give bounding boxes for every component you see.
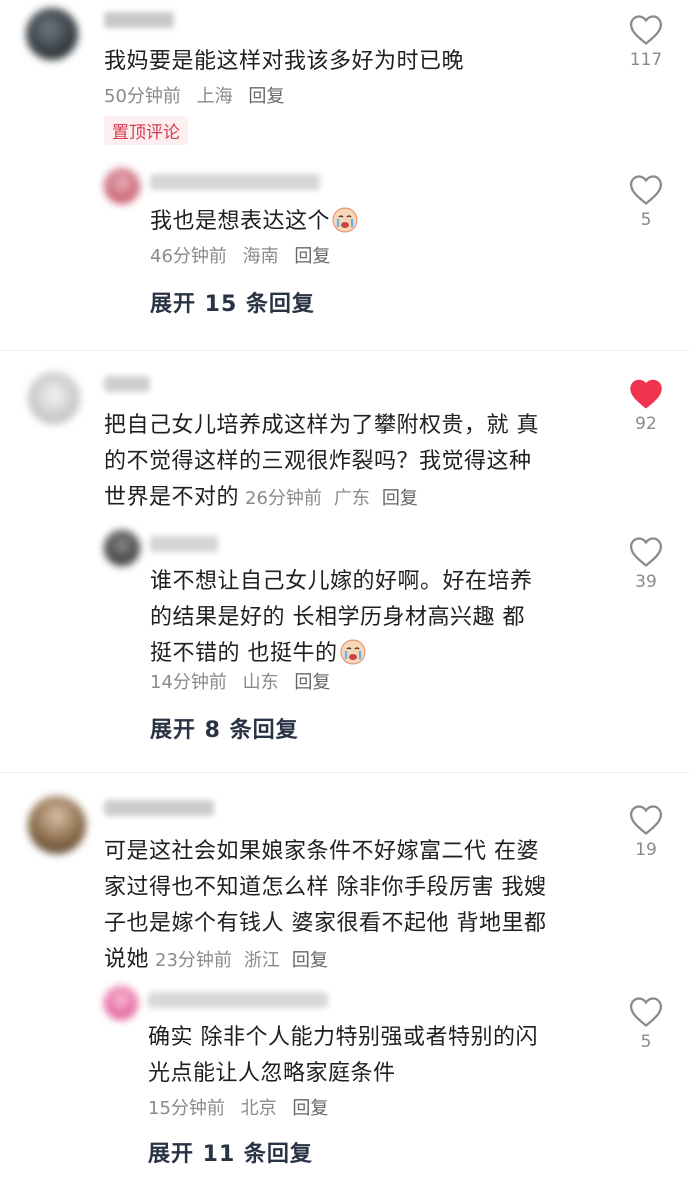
username[interactable] bbox=[104, 376, 150, 392]
comment-text-line: 家过得也不知道怎么样 除非你手段厉害 我嫂 bbox=[104, 875, 547, 900]
username[interactable] bbox=[104, 12, 174, 28]
reply-avatar[interactable] bbox=[104, 168, 140, 204]
like-count: 5 bbox=[640, 210, 652, 230]
comment-text: 可是这社会如果娘家条件不好嫁富二代 在婆 家过得也不知道怎么样 除非你手段厉害 … bbox=[104, 834, 604, 979]
reply-text-line: 确实 除非个人能力特别强或者特别的闪 bbox=[148, 1025, 538, 1050]
comment-text-line: 的不觉得这样的三观很炸裂吗？我觉得这种 bbox=[104, 449, 532, 474]
comment-location: 上海 bbox=[196, 86, 233, 107]
comment-text-line: 可是这社会如果娘家条件不好嫁富二代 在婆 bbox=[104, 839, 539, 864]
like-count: 5 bbox=[640, 1032, 652, 1052]
like-count: 117 bbox=[629, 50, 663, 70]
divider bbox=[0, 350, 690, 351]
comment-text-line-last: 世界是不对的 26分钟前 广东 回复 bbox=[104, 480, 604, 517]
reply-button[interactable]: 回复 bbox=[248, 86, 284, 107]
reply-text-line: 挺不错的 也挺牛的 bbox=[150, 641, 338, 666]
reply-time: 15分钟前 bbox=[148, 1098, 225, 1119]
crying-emoji-icon bbox=[340, 639, 366, 665]
comment-time: 50分钟前 bbox=[104, 86, 181, 107]
like-button[interactable]: 19 bbox=[616, 804, 676, 860]
reply-text-line: 谁不想让自己女儿嫁的好啊。好在培养 bbox=[150, 569, 533, 594]
comment-text-line: 说她 bbox=[104, 947, 150, 972]
heart-outline-icon bbox=[629, 175, 663, 205]
like-count: 19 bbox=[635, 840, 657, 860]
crying-emoji-icon bbox=[332, 207, 358, 233]
comment-time: 26分钟前 bbox=[245, 488, 322, 509]
heart-outline-icon bbox=[629, 15, 663, 45]
avatar[interactable] bbox=[28, 796, 86, 854]
reply-text-line: 光点能让人忽略家庭条件 bbox=[148, 1061, 396, 1086]
comment-location: 浙江 bbox=[243, 950, 280, 971]
comment-meta: 50分钟前 上海 回复 bbox=[104, 82, 294, 108]
reply-reply-button[interactable]: 回复 bbox=[294, 246, 330, 267]
comment-time: 23分钟前 bbox=[155, 950, 232, 971]
like-button[interactable]: 92 bbox=[616, 378, 676, 434]
comment-text-line: 子也是嫁个有钱人 婆家很看不起他 背地里都 bbox=[104, 911, 547, 936]
reply-reply-button[interactable]: 回复 bbox=[294, 672, 330, 693]
comment-location: 广东 bbox=[333, 488, 370, 509]
heart-outline-icon bbox=[629, 537, 663, 567]
divider bbox=[0, 772, 690, 773]
reply-reply-button[interactable]: 回复 bbox=[292, 1098, 328, 1119]
pinned-badge: 置顶评论 bbox=[104, 116, 188, 145]
expand-replies-button[interactable]: 展开 15 条回复 bbox=[150, 286, 315, 318]
reply-avatar[interactable] bbox=[104, 530, 140, 566]
reply-like-button[interactable]: 39 bbox=[616, 536, 676, 592]
comment-text: 我妈要是能这样对我该多好为时已晚 bbox=[104, 49, 465, 74]
reply-meta: 46分钟前 海南 回复 bbox=[150, 242, 340, 268]
reply-button[interactable]: 回复 bbox=[292, 950, 328, 971]
like-button[interactable]: 117 bbox=[616, 14, 676, 70]
reply-text: 我也是想表达这个 bbox=[150, 204, 358, 240]
reply-text: 确实 除非个人能力特别强或者特别的闪 光点能让人忽略家庭条件 bbox=[148, 1020, 598, 1092]
reply-location: 山东 bbox=[242, 672, 279, 693]
reply-text-content: 我也是想表达这个 bbox=[150, 209, 331, 234]
reply-username[interactable] bbox=[150, 174, 320, 190]
avatar[interactable] bbox=[26, 8, 78, 60]
reply-text-line-last: 挺不错的 也挺牛的 bbox=[150, 636, 600, 672]
reply-username[interactable] bbox=[150, 536, 218, 552]
reply-username[interactable] bbox=[148, 992, 328, 1008]
reply-button[interactable]: 回复 bbox=[382, 488, 418, 509]
reply-meta: 15分钟前 北京 回复 bbox=[148, 1094, 338, 1120]
like-count: 39 bbox=[635, 572, 657, 592]
avatar[interactable] bbox=[28, 372, 80, 424]
reply-text-line: 的结果是好的 长相学历身材高兴趣 都 bbox=[150, 605, 525, 630]
reply-location: 北京 bbox=[240, 1098, 277, 1119]
heart-filled-icon bbox=[630, 379, 662, 409]
comment-text: 把自己女儿培养成这样为了攀附权贵，就 真 的不觉得这样的三观很炸裂吗？我觉得这种… bbox=[104, 408, 604, 517]
reply-meta: 14分钟前 山东 回复 bbox=[150, 668, 340, 694]
comment-text-line: 把自己女儿培养成这样为了攀附权贵，就 真 bbox=[104, 413, 539, 438]
reply-location: 海南 bbox=[242, 246, 279, 267]
heart-outline-icon bbox=[629, 997, 663, 1027]
reply-time: 46分钟前 bbox=[150, 246, 227, 267]
reply-time: 14分钟前 bbox=[150, 672, 227, 693]
reply-text: 谁不想让自己女儿嫁的好啊。好在培养 的结果是好的 长相学历身材高兴趣 都 挺不错… bbox=[150, 564, 600, 672]
reply-like-button[interactable]: 5 bbox=[616, 174, 676, 230]
expand-replies-button[interactable]: 展开 11 条回复 bbox=[148, 1136, 313, 1168]
comment-text-line-last: 说她 23分钟前 浙江 回复 bbox=[104, 942, 604, 979]
like-count: 92 bbox=[635, 414, 657, 434]
comment-text-line: 世界是不对的 bbox=[104, 485, 240, 510]
username[interactable] bbox=[104, 800, 214, 816]
reply-avatar[interactable] bbox=[104, 986, 138, 1020]
heart-outline-icon bbox=[629, 805, 663, 835]
expand-replies-button[interactable]: 展开 8 条回复 bbox=[150, 712, 299, 744]
reply-like-button[interactable]: 5 bbox=[616, 996, 676, 1052]
